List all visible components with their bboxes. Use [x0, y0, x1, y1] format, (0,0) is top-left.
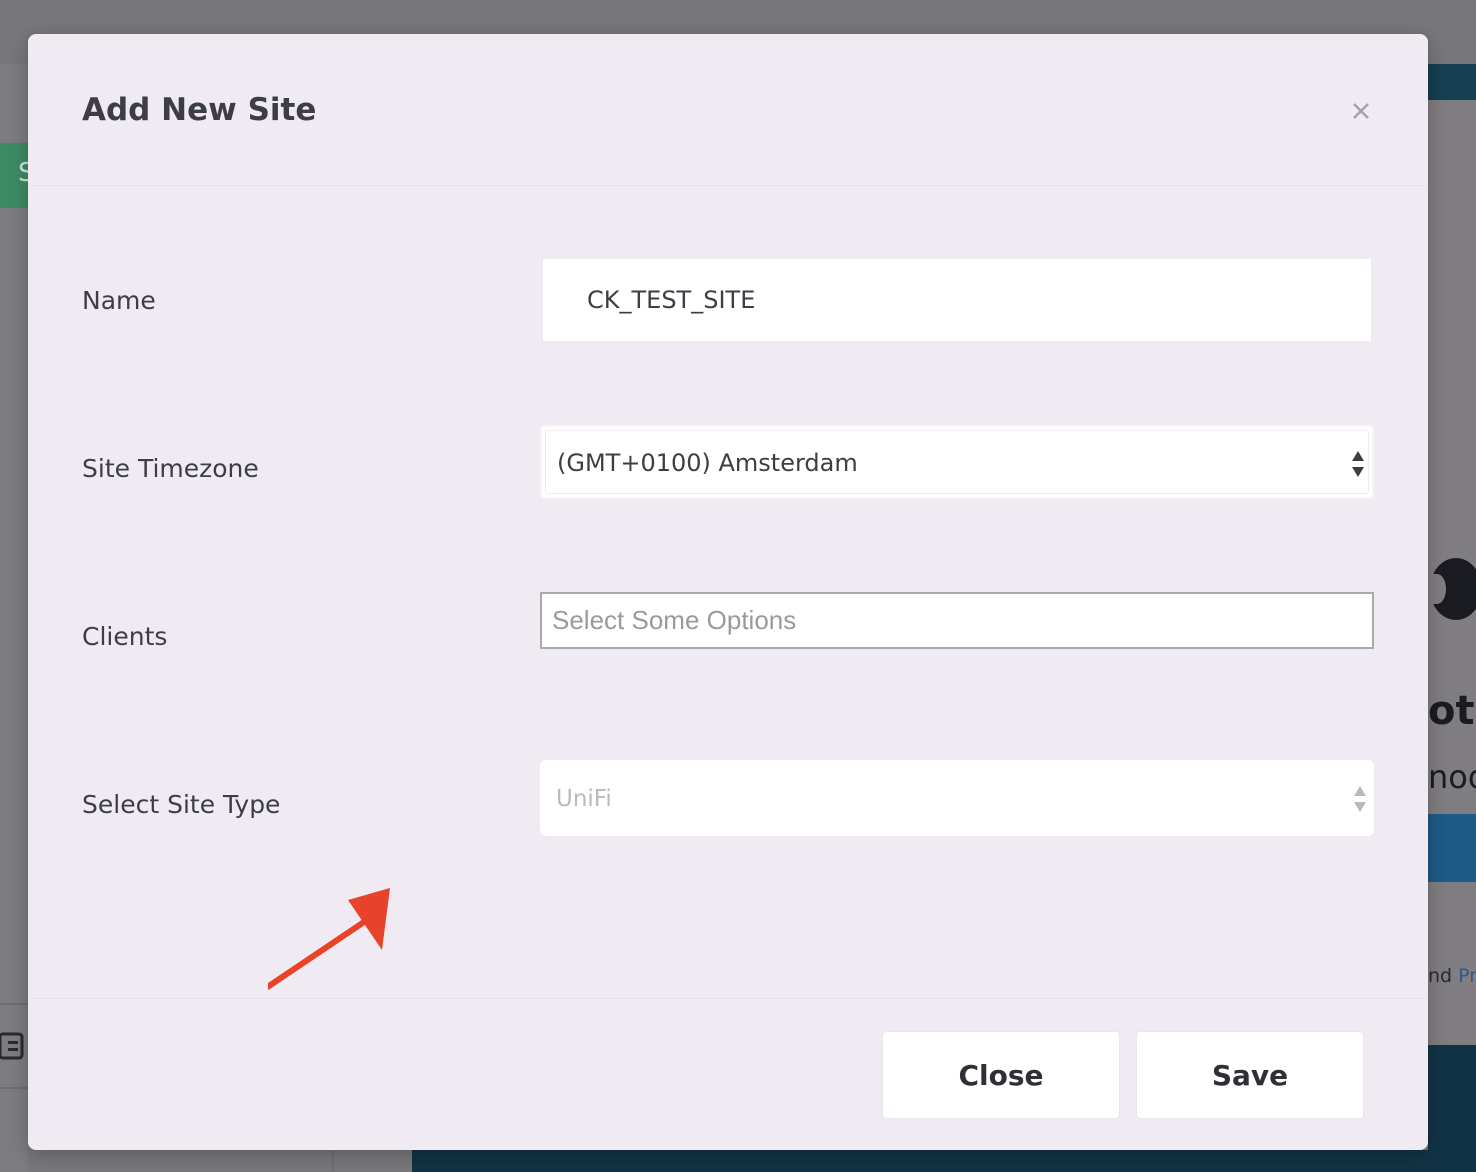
- red-arrow-annotation: [268, 888, 390, 991]
- select-updown-icon: [1352, 451, 1364, 477]
- modal-header: Add New Site: [28, 34, 1428, 186]
- background-divider: [332, 1150, 334, 1172]
- background-dark-strip: [412, 1150, 1476, 1172]
- timezone-label: Site Timezone: [82, 454, 259, 483]
- background-logo-inner: [1428, 574, 1446, 604]
- timezone-select[interactable]: (GMT+0100) Amsterdam: [540, 425, 1374, 499]
- site-type-label: Select Site Type: [82, 790, 281, 819]
- background-footer-text: nd Pr: [1428, 965, 1476, 987]
- save-button[interactable]: Save: [1136, 1031, 1364, 1119]
- add-site-modal: Add New Site Name Site Timezone (GMT+010…: [28, 34, 1428, 1150]
- site-type-selected-value: UniFi: [556, 786, 612, 812]
- background-divider: [0, 1087, 28, 1089]
- close-button[interactable]: Close: [882, 1031, 1120, 1119]
- modal-title: Add New Site: [82, 92, 317, 128]
- caret-down-icon: [1352, 467, 1364, 477]
- name-label: Name: [82, 286, 156, 315]
- background-heading: ots: [1428, 688, 1476, 734]
- close-icon-glyph: [1353, 103, 1369, 119]
- background-subtext: nod: [1428, 758, 1476, 796]
- close-icon[interactable]: [1346, 96, 1376, 126]
- background-footer-word: nd: [1428, 965, 1453, 987]
- modal-footer: Close Save: [28, 998, 1428, 1150]
- caret-up-icon: [1352, 451, 1364, 461]
- background-left-panel: [0, 64, 28, 1172]
- background-blue-button: [1428, 814, 1476, 882]
- list-icon: [0, 1032, 24, 1060]
- background-footer-link: Pr: [1458, 965, 1476, 987]
- name-input[interactable]: [542, 258, 1372, 342]
- clients-label: Clients: [82, 622, 168, 651]
- select-updown-icon: [1354, 786, 1366, 812]
- caret-up-icon: [1354, 786, 1366, 796]
- background-top-bar: [1428, 64, 1476, 100]
- caret-down-icon: [1354, 802, 1366, 812]
- clients-multiselect-input[interactable]: [540, 592, 1374, 649]
- background-divider: [0, 1003, 28, 1005]
- timezone-selected-value: (GMT+0100) Amsterdam: [557, 449, 858, 477]
- site-type-select[interactable]: UniFi: [540, 760, 1374, 836]
